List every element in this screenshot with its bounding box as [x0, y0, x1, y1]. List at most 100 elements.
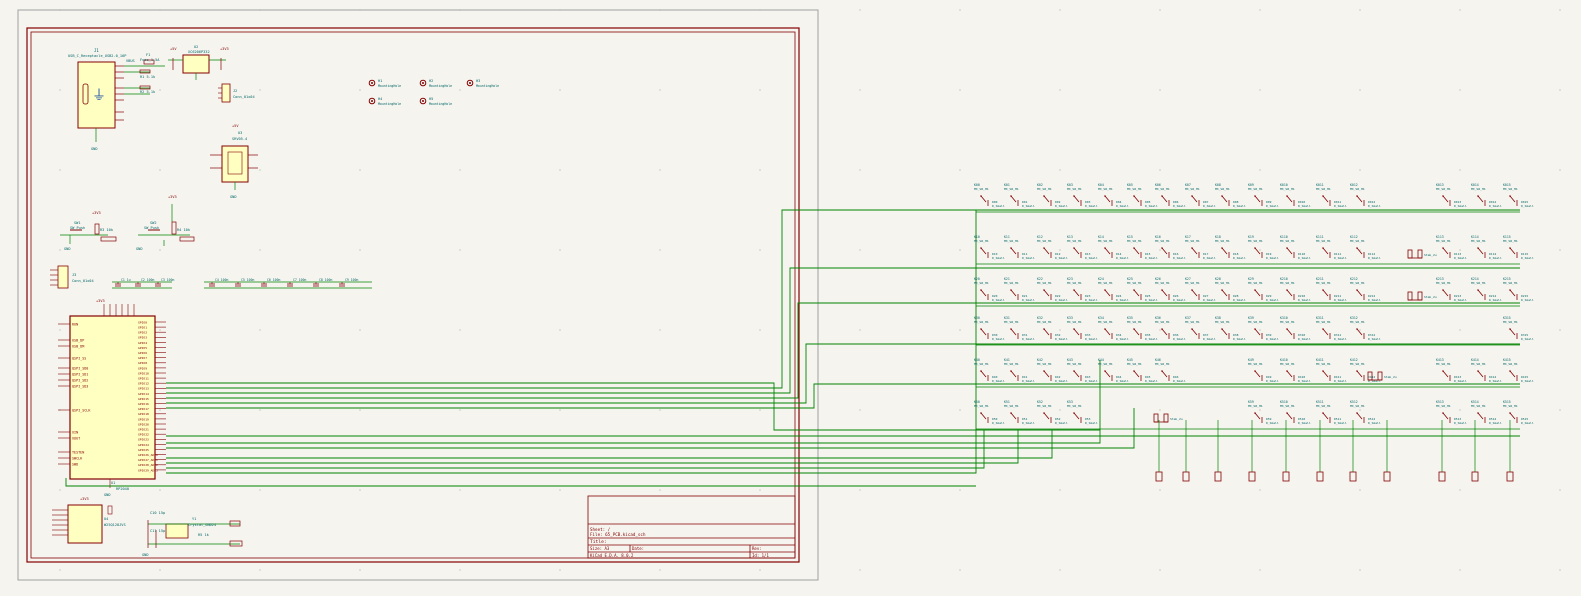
stabilizer[interactable]: Stab_2u [1367, 371, 1397, 381]
key-switch[interactable]: K212MX_SW_HSD212D_Small [1350, 277, 1381, 302]
key-switch[interactable]: K43MX_SW_HSD43D_Small [1067, 358, 1098, 383]
key-switch[interactable]: K13MX_SW_HSD13D_Small [1067, 235, 1098, 260]
key-switch[interactable]: K410MX_SW_HSD410D_Small [1280, 358, 1311, 383]
key-switch[interactable]: K213MX_SW_HSD213D_Small [1436, 277, 1467, 302]
mounting-hole[interactable] [466, 79, 474, 87]
key-switch[interactable]: K012MX_SW_HSD012D_Small [1350, 183, 1381, 208]
key-switch[interactable]: K24MX_SW_HSD24D_Small [1098, 277, 1129, 302]
key-switch[interactable]: K31MX_SW_HSD31D_Small [1004, 316, 1035, 341]
mounting-hole[interactable] [368, 79, 376, 87]
boot-button-circuit[interactable] [138, 204, 195, 246]
key-switch[interactable]: K02MX_SW_HSD02D_Small [1037, 183, 1068, 208]
key-switch[interactable]: K37MX_SW_HSD37D_Small [1185, 316, 1216, 341]
key-switch[interactable]: K25MX_SW_HSD25D_Small [1127, 277, 1158, 302]
key-switch[interactable]: K310MX_SW_HSD310D_Small [1280, 316, 1311, 341]
key-switch[interactable]: K53MX_SW_HSD53D_Small [1067, 400, 1098, 425]
key-switch[interactable]: K15MX_SW_HSD15D_Small [1127, 235, 1158, 260]
mounting-hole[interactable] [368, 97, 376, 105]
key-switch[interactable]: K514MX_SW_HSD514D_Small [1471, 400, 1502, 425]
key-switch[interactable]: K36MX_SW_HSD36D_Small [1155, 316, 1186, 341]
key-switch[interactable]: K29MX_SW_HSD29D_Small [1248, 277, 1279, 302]
key-switch[interactable]: K20MX_SW_HSD20D_Small [974, 277, 1005, 302]
key-switch[interactable]: K39MX_SW_HSD39D_Small [1248, 316, 1279, 341]
key-switch[interactable]: K512MX_SW_HSD512D_Small [1350, 400, 1381, 425]
key-switch[interactable]: K12MX_SW_HSD12D_Small [1037, 235, 1068, 260]
debug-connector[interactable] [50, 265, 69, 289]
key-switch[interactable]: K27MX_SW_HSD27D_Small [1185, 277, 1216, 302]
key-switch[interactable]: K51MX_SW_HSD51D_Small [1004, 400, 1035, 425]
key-switch[interactable]: K114MX_SW_HSD114D_Small [1471, 235, 1502, 260]
key-switch[interactable]: K05MX_SW_HSD05D_Small [1127, 183, 1158, 208]
key-switch[interactable]: K49MX_SW_HSD49D_Small [1248, 358, 1279, 383]
key-switch[interactable]: K510MX_SW_HSD510D_Small [1280, 400, 1311, 425]
key-switch[interactable]: K41MX_SW_HSD41D_Small [1004, 358, 1035, 383]
key-switch[interactable]: K511MX_SW_HSD511D_Small [1316, 400, 1347, 425]
key-switch[interactable]: K35MX_SW_HSD35D_Small [1127, 316, 1158, 341]
key-switch[interactable]: K110MX_SW_HSD110D_Small [1280, 235, 1311, 260]
key-switch[interactable]: K00MX_SW_HSD00D_Small [974, 183, 1005, 208]
key-switch[interactable]: K46MX_SW_HSD46D_Small [1155, 358, 1186, 383]
key-switch[interactable]: K010MX_SW_HSD010D_Small [1280, 183, 1311, 208]
key-switch[interactable]: K215MX_SW_HSD215D_Small [1503, 277, 1534, 302]
key-switch[interactable]: K52MX_SW_HSD52D_Small [1037, 400, 1068, 425]
key-switch[interactable]: K08MX_SW_HSD08D_Small [1215, 183, 1246, 208]
key-switch[interactable]: K38MX_SW_HSD38D_Small [1215, 316, 1246, 341]
key-switch[interactable]: K214MX_SW_HSD214D_Small [1471, 277, 1502, 302]
key-switch[interactable]: K03MX_SW_HSD03D_Small [1067, 183, 1098, 208]
key-switch[interactable]: K17MX_SW_HSD17D_Small [1185, 235, 1216, 260]
key-switch[interactable]: K04MX_SW_HSD04D_Small [1098, 183, 1129, 208]
key-switch[interactable]: K50MX_SW_HSD50D_Small [974, 400, 1005, 425]
key-switch[interactable]: K415MX_SW_HSD415D_Small [1503, 358, 1534, 383]
mounting-hole[interactable] [419, 79, 427, 87]
key-switch[interactable]: K32MX_SW_HSD32D_Small [1037, 316, 1068, 341]
stabilizer[interactable]: Stab_2u [1153, 413, 1183, 423]
key-switch[interactable]: K014MX_SW_HSD014D_Small [1471, 183, 1502, 208]
key-switch[interactable]: K113MX_SW_HSD113D_Small [1436, 235, 1467, 260]
key-switch[interactable]: K06MX_SW_HSD06D_Small [1155, 183, 1186, 208]
key-switch[interactable]: K07MX_SW_HSD07D_Small [1185, 183, 1216, 208]
key-switch[interactable]: K015MX_SW_HSD015D_Small [1503, 183, 1534, 208]
key-switch[interactable]: K44MX_SW_HSD44D_Small [1098, 358, 1129, 383]
key-switch[interactable]: K413MX_SW_HSD413D_Small [1436, 358, 1467, 383]
key-switch[interactable]: K01MX_SW_HSD01D_Small [1004, 183, 1035, 208]
key-switch[interactable]: K315MX_SW_HSD315D_Small [1503, 316, 1534, 341]
key-switch[interactable]: K011MX_SW_HSD011D_Small [1316, 183, 1347, 208]
key-switch[interactable]: K59MX_SW_HSD59D_Small [1248, 400, 1279, 425]
key-switch[interactable]: K515MX_SW_HSD515D_Small [1503, 400, 1534, 425]
stabilizer[interactable]: Stab_2u [1407, 291, 1437, 301]
key-switch[interactable]: K14MX_SW_HSD14D_Small [1098, 235, 1129, 260]
key-switch[interactable]: K411MX_SW_HSD411D_Small [1316, 358, 1347, 383]
mounting-hole[interactable] [419, 97, 427, 105]
key-switch[interactable]: K311MX_SW_HSD311D_Small [1316, 316, 1347, 341]
key-switch[interactable]: K28MX_SW_HSD28D_Small [1215, 277, 1246, 302]
key-switch[interactable]: K11MX_SW_HSD11D_Small [1004, 235, 1035, 260]
key-switch[interactable]: K111MX_SW_HSD111D_Small [1316, 235, 1347, 260]
stabilizer[interactable]: Stab_2u [1407, 249, 1437, 259]
qspi-flash[interactable] [52, 504, 113, 544]
key-switch[interactable]: K34MX_SW_HSD34D_Small [1098, 316, 1129, 341]
key-switch[interactable]: K21MX_SW_HSD21D_Small [1004, 277, 1035, 302]
key-switch[interactable]: K312MX_SW_HSD312D_Small [1350, 316, 1381, 341]
key-switch[interactable]: K18MX_SW_HSD18D_Small [1215, 235, 1246, 260]
conn-j2[interactable] [218, 83, 231, 103]
reset-button-circuit[interactable] [60, 223, 117, 244]
key-switch[interactable]: K09MX_SW_HSD09D_Small [1248, 183, 1279, 208]
schematic-canvas[interactable]: Sheet: / File: 65_PCB.kicad_sch Title: S… [0, 0, 1581, 596]
key-switch[interactable]: K412MX_SW_HSD412D_Small [1350, 358, 1381, 383]
key-switch[interactable]: K16MX_SW_HSD16D_Small [1155, 235, 1186, 260]
key-switch[interactable]: K22MX_SW_HSD22D_Small [1037, 277, 1068, 302]
key-switch[interactable]: K45MX_SW_HSD45D_Small [1127, 358, 1158, 383]
key-switch[interactable]: K013MX_SW_HSD013D_Small [1436, 183, 1467, 208]
key-switch[interactable]: K26MX_SW_HSD26D_Small [1155, 277, 1186, 302]
key-switch[interactable]: K40MX_SW_HSD40D_Small [974, 358, 1005, 383]
key-switch[interactable]: K30MX_SW_HSD30D_Small [974, 316, 1005, 341]
ldo-regulator[interactable] [168, 54, 226, 80]
key-switch[interactable]: K210MX_SW_HSD210D_Small [1280, 277, 1311, 302]
usb-c-connector[interactable]: ⏚ [77, 59, 165, 142]
key-switch[interactable]: K115MX_SW_HSD115D_Small [1503, 235, 1534, 260]
key-switch[interactable]: K33MX_SW_HSD33D_Small [1067, 316, 1098, 341]
key-switch[interactable]: K23MX_SW_HSD23D_Small [1067, 277, 1098, 302]
esd-protection-ic[interactable] [210, 145, 258, 190]
key-switch[interactable]: K112MX_SW_HSD112D_Small [1350, 235, 1381, 260]
key-switch[interactable]: K19MX_SW_HSD19D_Small [1248, 235, 1279, 260]
